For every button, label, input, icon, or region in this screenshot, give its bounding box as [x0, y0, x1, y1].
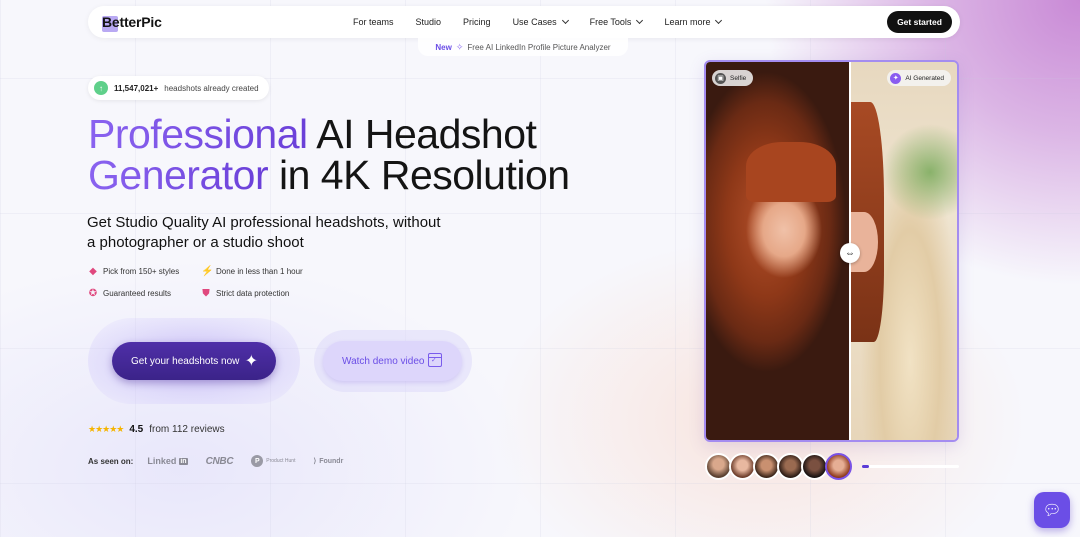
as-seen-on-label: As seen on: [88, 456, 134, 466]
hero-subheadline: Get Studio Quality AI professional heads… [87, 214, 441, 251]
cnbc-text: CNBC [205, 455, 234, 467]
palette-icon: ◆ [89, 266, 97, 277]
ai-generated-tag: ✦ AI Generated [887, 70, 951, 86]
nav-link-label: Studio [415, 17, 442, 27]
tag-label: Selfie [730, 74, 747, 82]
feature-label: Strict data protection [216, 289, 290, 298]
nav-link-learn-more[interactable]: Learn more [664, 16, 723, 27]
logo[interactable]: BetterPic [100, 10, 162, 34]
product-hunt-text: Product Hunt [266, 458, 296, 464]
hero-headline: Professional AI Headshot Generator in 4K… [88, 114, 608, 196]
rating-score: 4.5 [129, 424, 144, 435]
arrow-up-icon: ↑ [94, 81, 108, 95]
new-badge: New [435, 42, 452, 52]
star-rating-icon: ★★★★★ [88, 424, 124, 434]
ai-generated-image [850, 62, 957, 440]
nav-links: For teams Studio Pricing Use Cases Free … [353, 6, 743, 38]
sparkle-icon: ✧ [455, 41, 464, 52]
thumbnail-avatar[interactable] [801, 453, 828, 480]
selfie-tag: ▣ Selfie [712, 70, 754, 86]
nav-link-pricing[interactable]: Pricing [463, 17, 491, 27]
headline-text-1: AI Headshot [307, 111, 537, 157]
product-hunt-mark: P [251, 455, 264, 467]
nav-link-for-teams[interactable]: For teams [353, 17, 394, 27]
thumbnail-avatar[interactable] [729, 453, 756, 480]
camera-icon: ▣ [715, 72, 726, 84]
feature-item: ✪ Guaranteed results [88, 288, 171, 299]
thumbnail-avatar[interactable] [705, 453, 732, 480]
feature-item: ◆ Pick from 150+ styles [88, 266, 179, 277]
chevron-down-icon [561, 16, 569, 25]
feature-item: ⚡ Done in less than 1 hour [201, 266, 303, 277]
linkedin-box: in [179, 457, 188, 465]
headline-text-2: in 4K Resolution [268, 152, 570, 198]
tag-label: AI Generated [905, 74, 944, 82]
linkedin-logo: Linked in [147, 456, 188, 466]
thumbnail-avatar[interactable] [777, 453, 804, 480]
foundr-text: Foundr [319, 457, 344, 465]
announcement-banner[interactable]: New ✧ Free AI LinkedIn Profile Picture A… [418, 38, 628, 56]
sparkle-icon: ✦ [890, 72, 902, 84]
counter-number: 11,547,021+ [114, 83, 159, 93]
face-shape [850, 212, 878, 272]
hair-fringe [746, 142, 836, 202]
chevron-down-icon [715, 16, 723, 25]
button-label: Watch demo video [342, 355, 425, 367]
button-label: Get your headshots now [131, 355, 240, 367]
top-navbar: BetterPic For teams Studio Pricing Use C… [88, 6, 960, 38]
shield-icon: ⛊ [202, 288, 210, 299]
nav-link-free-tools[interactable]: Free Tools [589, 16, 644, 27]
carousel-progress-fill [862, 465, 869, 468]
feature-label: Done in less than 1 hour [216, 267, 303, 276]
feature-label: Pick from 150+ styles [103, 267, 180, 276]
nav-link-label: For teams [353, 17, 394, 27]
product-hunt-logo: P Product Hunt [251, 455, 295, 467]
nav-link-label: Free Tools [589, 17, 632, 27]
nav-link-label: Learn more [664, 17, 711, 27]
announcement-text: Free AI LinkedIn Profile Picture Analyze… [467, 42, 611, 52]
carousel-progress-track[interactable] [862, 465, 959, 468]
linkedin-text: Linked [147, 456, 177, 466]
headline-accent-2: Generator [88, 152, 269, 198]
counter-text: headshots already created [164, 83, 259, 93]
feature-item: ⛊ Strict data protection [201, 288, 289, 299]
nav-link-use-cases[interactable]: Use Cases [512, 16, 569, 27]
chat-bubble-icon: 💬︎ [1042, 502, 1062, 519]
logo-text: BetterPic [102, 14, 162, 30]
selfie-image [706, 62, 850, 440]
headshot-counter-pill: ↑ 11,547,021+ headshots already created [88, 76, 269, 100]
watch-demo-button[interactable]: Watch demo video [323, 341, 462, 381]
cnbc-logo: CNBC [206, 456, 234, 467]
nav-link-label: Use Cases [512, 17, 557, 27]
get-headshots-button[interactable]: Get your headshots now ✦ [112, 342, 276, 380]
thumbnail-avatar-selected[interactable] [825, 453, 852, 480]
lightning-icon: ⚡ [201, 266, 214, 277]
chat-support-button[interactable]: 💬︎ [1034, 492, 1070, 528]
compare-drag-handle[interactable]: ⇔ [840, 243, 860, 263]
award-icon: ✪ [88, 288, 98, 299]
foundr-logo: ⟩ Foundr [313, 457, 344, 466]
rating-text: from 112 reviews [149, 424, 225, 435]
example-thumbnails [705, 453, 852, 480]
sparkle-icon: ✦ [244, 353, 258, 370]
headline-accent-1: Professional [88, 111, 308, 157]
nav-link-label: Pricing [463, 17, 491, 27]
nav-link-studio[interactable]: Studio [416, 17, 442, 27]
get-started-button[interactable]: Get started [887, 11, 952, 33]
calendar-check-icon [428, 353, 442, 367]
feature-label: Guaranteed results [103, 289, 172, 298]
before-after-comparison[interactable]: ⇔ ▣ Selfie ✦ AI Generated [704, 60, 959, 442]
thumbnail-avatar[interactable] [753, 453, 780, 480]
rating-summary[interactable]: ★★★★★ 4.5 from 112 reviews [88, 424, 225, 435]
chevron-down-icon [636, 16, 644, 25]
as-seen-on: As seen on: Linked in CNBC P Product Hunt … [88, 455, 361, 467]
